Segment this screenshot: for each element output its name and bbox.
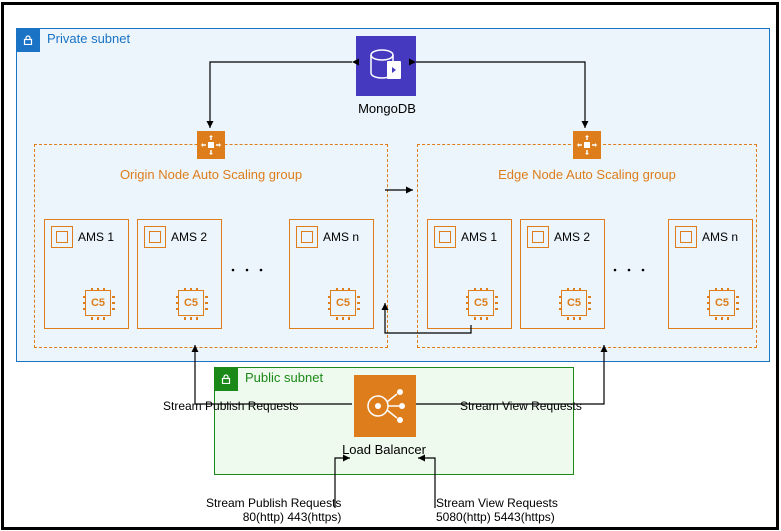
c5-icon: C5 — [709, 290, 735, 316]
scaling-icon — [577, 135, 597, 155]
private-subnet-label: Private subnet — [47, 31, 130, 46]
mongodb-icon — [356, 36, 416, 96]
view-requests-label: Stream View Requests — [460, 399, 582, 413]
edge-instance-n: AMS n C5 — [668, 219, 753, 329]
lock-icon — [221, 374, 231, 384]
publish-requests-label: Stream Publish Requests — [163, 399, 298, 413]
instance-label: AMS n — [702, 230, 738, 244]
c5-icon: C5 — [561, 290, 587, 316]
load-balancer-label: Load Balancer — [309, 442, 459, 457]
origin-instance-1: AMS 1 C5 — [44, 219, 129, 329]
asg-icon — [197, 131, 225, 159]
c5-icon: C5 — [178, 290, 204, 316]
c5-icon: C5 — [468, 290, 494, 316]
instance-icon — [51, 226, 73, 248]
database-icon — [365, 45, 407, 87]
vpc-boundary: VPC Private subnet MongoDB — [1, 2, 779, 530]
view-requests-bottom-label: Stream View Requests 5080(http) 5443(htt… — [436, 496, 558, 524]
instance-label: AMS n — [323, 230, 359, 244]
lock-icon — [23, 35, 33, 45]
edge-instance-2: AMS 2 C5 — [520, 219, 605, 329]
vpc-inner: Private subnet MongoDB Origin Node Auto … — [4, 5, 776, 527]
private-subnet-icon — [16, 28, 40, 52]
instance-icon — [527, 226, 549, 248]
asg-icon — [573, 131, 601, 159]
instance-label: AMS 1 — [461, 230, 497, 244]
instance-icon — [296, 226, 318, 248]
instance-icon — [675, 226, 697, 248]
publish-requests-bottom-label: Stream Publish Requests 80(http) 443(htt… — [206, 496, 341, 524]
instance-label: AMS 1 — [78, 230, 114, 244]
instance-icon — [434, 226, 456, 248]
balancer-icon — [362, 383, 408, 429]
diagram-canvas: VPC Private subnet MongoDB — [0, 0, 781, 531]
load-balancer-icon — [354, 375, 416, 437]
instance-icon — [144, 226, 166, 248]
scaling-icon — [201, 135, 221, 155]
public-subnet-label: Public subnet — [245, 370, 323, 385]
origin-asg-label: Origin Node Auto Scaling group — [35, 167, 387, 182]
private-subnet: Private subnet MongoDB Origin Node Auto … — [16, 28, 770, 362]
instance-label: AMS 2 — [554, 230, 590, 244]
c5-icon: C5 — [85, 290, 111, 316]
instance-label: AMS 2 — [171, 230, 207, 244]
mongodb-label: MongoDB — [337, 101, 437, 116]
origin-instance-2: AMS 2 C5 — [137, 219, 222, 329]
edge-instance-1: AMS 1 C5 — [427, 219, 512, 329]
edge-asg-label: Edge Node Auto Scaling group — [418, 167, 756, 182]
c5-icon: C5 — [330, 290, 356, 316]
origin-instance-n: AMS n C5 — [289, 219, 374, 329]
public-subnet-icon — [214, 367, 238, 391]
